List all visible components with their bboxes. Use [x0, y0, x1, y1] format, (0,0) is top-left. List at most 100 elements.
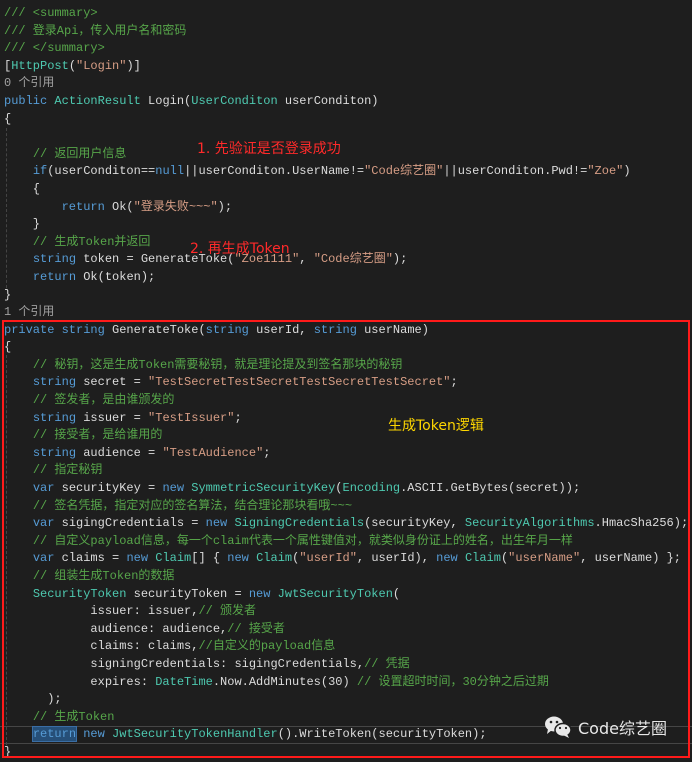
code-line[interactable]: /// <summary> — [4, 5, 692, 23]
code-line[interactable]: var sigingCredentials = new SigningCrede… — [4, 515, 692, 533]
code-line[interactable]: return Ok("登录失败~~~"); — [4, 199, 692, 217]
code-token: var — [32, 481, 55, 496]
code-line[interactable]: [HttpPost("Login")] — [4, 58, 692, 76]
code-token: ); — [392, 252, 408, 267]
code-token: issuer: issuer, — [4, 604, 199, 619]
code-line[interactable]: } — [4, 216, 692, 234]
code-token: SecurityToken — [32, 586, 127, 601]
code-line[interactable]: /// </summary> — [4, 40, 692, 58]
code-token: ; — [263, 445, 271, 460]
code-token: // 返回用户信息 — [32, 146, 127, 161]
code-token: } — [4, 287, 12, 302]
code-line[interactable]: { — [4, 181, 692, 199]
code-token: ; — [234, 410, 242, 425]
code-token: // 颁发者 — [198, 604, 257, 619]
code-line[interactable] — [4, 128, 692, 146]
code-line[interactable]: ); — [4, 691, 692, 709]
code-token: null — [155, 164, 185, 179]
code-line[interactable]: // 签名凭据，指定对应的签名算法，结合理论那块看哦~~~ — [4, 498, 692, 516]
code-token: , userName) }; — [580, 551, 682, 566]
reference-count-link[interactable]: 1 个引用 — [4, 305, 54, 319]
code-line[interactable]: signingCredentials: sigingCredentials,//… — [4, 656, 692, 674]
code-line[interactable]: // 接受者，是给谁用的 — [4, 427, 692, 445]
code-token: // 凭据 — [364, 656, 410, 671]
code-token: // 接受者 — [227, 621, 285, 636]
reference-count-link[interactable]: 0 个引用 — [4, 76, 54, 90]
code-token: // 组装生成Token的数据 — [32, 569, 175, 583]
code-line[interactable]: { — [4, 111, 692, 129]
code-token: claims = — [54, 551, 127, 566]
code-token: string — [205, 322, 249, 337]
code-line[interactable]: expires: DateTime.Now.AddMinutes(30) // … — [4, 674, 692, 692]
code-token: Login( — [140, 93, 192, 108]
code-token: "userName" — [508, 551, 581, 566]
code-token: string — [32, 375, 77, 390]
code-line[interactable]: issuer: issuer,// 颁发者 — [4, 603, 692, 621]
watermark-text: Code综艺圈 — [578, 719, 667, 738]
code-token: Encoding — [342, 481, 401, 496]
code-token: /// <summary> — [4, 6, 98, 20]
code-line[interactable]: private string GenerateToke(string userI… — [4, 322, 692, 340]
code-token: "登录失败~~~" — [133, 199, 218, 214]
code-token: ||userConditon.UserName!= — [184, 164, 365, 179]
code-line[interactable]: // 自定义payload信息，每一个claim代表一个属性键值对，就类似身份证… — [4, 533, 692, 551]
code-token: (securityKey, — [364, 516, 465, 531]
code-line[interactable]: string audience = "TestAudience"; — [4, 445, 692, 463]
code-editor[interactable]: /// <summary> /// 登录Api，传入用户名和密码 /// </sum… — [4, 5, 692, 762]
code-token: Ok(token); — [76, 269, 156, 284]
code-line[interactable]: 1 个引用 — [4, 304, 692, 322]
code-token: ( — [68, 58, 77, 73]
code-token: Claim — [256, 551, 293, 566]
code-line[interactable]: } — [4, 287, 692, 305]
code-line[interactable]: claims: claims,//自定义的payload信息 — [4, 638, 692, 656]
code-line[interactable]: // 指定秘钥 — [4, 462, 692, 480]
code-token: new — [227, 551, 257, 566]
code-line[interactable]: if(userConditon==null||userConditon.User… — [4, 163, 692, 181]
code-token: Claim — [155, 551, 192, 566]
code-token: var — [32, 551, 55, 566]
code-token: // 指定秘钥 — [32, 463, 103, 478]
code-line[interactable]: // 组装生成Token的数据 — [4, 568, 692, 586]
code-token: } — [4, 217, 41, 232]
code-token: string — [32, 410, 77, 425]
code-line[interactable]: string token = GenerateToke("Zoe1111", "… — [4, 251, 692, 269]
code-line[interactable]: // 返回用户信息 — [4, 146, 692, 164]
code-token: // 秘钥，这是生成Token需要秘钥，就是理论提及到签名那块的秘钥 — [32, 357, 403, 372]
code-token: new — [436, 551, 465, 566]
code-line[interactable]: } — [4, 744, 692, 762]
code-line[interactable]: // 生成Token并返回 — [4, 234, 692, 252]
code-token: // 设置超时时间，30分钟之后过期 — [356, 674, 549, 689]
code-line[interactable]: var securityKey = new SymmetricSecurityK… — [4, 480, 692, 498]
annotation-step1: 1. 先验证是否登录成功 — [197, 141, 341, 157]
code-line[interactable]: SecurityToken securityToken = new JwtSec… — [4, 586, 692, 604]
code-token: string — [32, 252, 77, 267]
code-token: (userConditon== — [47, 164, 156, 179]
code-line[interactable]: // 签发者，是由谁颁发的 — [4, 392, 692, 410]
code-token: [] { — [191, 551, 228, 566]
code-token: userId, — [248, 322, 314, 337]
code-token: SigningCredentials — [234, 516, 365, 531]
code-line[interactable]: 0 个引用 — [4, 75, 692, 93]
code-line[interactable]: public ActionResult Login(UserConditon u… — [4, 93, 692, 111]
code-line[interactable]: audience: audience,// 接受者 — [4, 621, 692, 639]
code-token: .ASCII.GetBytes(secret)); — [400, 481, 581, 496]
code-line[interactable]: { — [4, 339, 692, 357]
code-line[interactable]: string issuer = "TestIssuer"; — [4, 410, 692, 428]
code-line[interactable]: var claims = new Claim[] { new Claim("us… — [4, 550, 692, 568]
code-token: UserConditon — [191, 93, 278, 108]
watermark: Code综艺圈 — [544, 715, 667, 739]
code-line[interactable]: /// 登录Api，传入用户名和密码 — [4, 23, 692, 41]
code-line[interactable]: // 秘钥，这是生成Token需要秘钥，就是理论提及到签名那块的秘钥 — [4, 357, 692, 375]
code-token: ( — [335, 481, 343, 496]
code-line[interactable]: string secret = "TestSecretTestSecretTes… — [4, 374, 692, 392]
code-token: , — [299, 252, 314, 267]
code-line[interactable]: return Ok(token); — [4, 269, 692, 287]
